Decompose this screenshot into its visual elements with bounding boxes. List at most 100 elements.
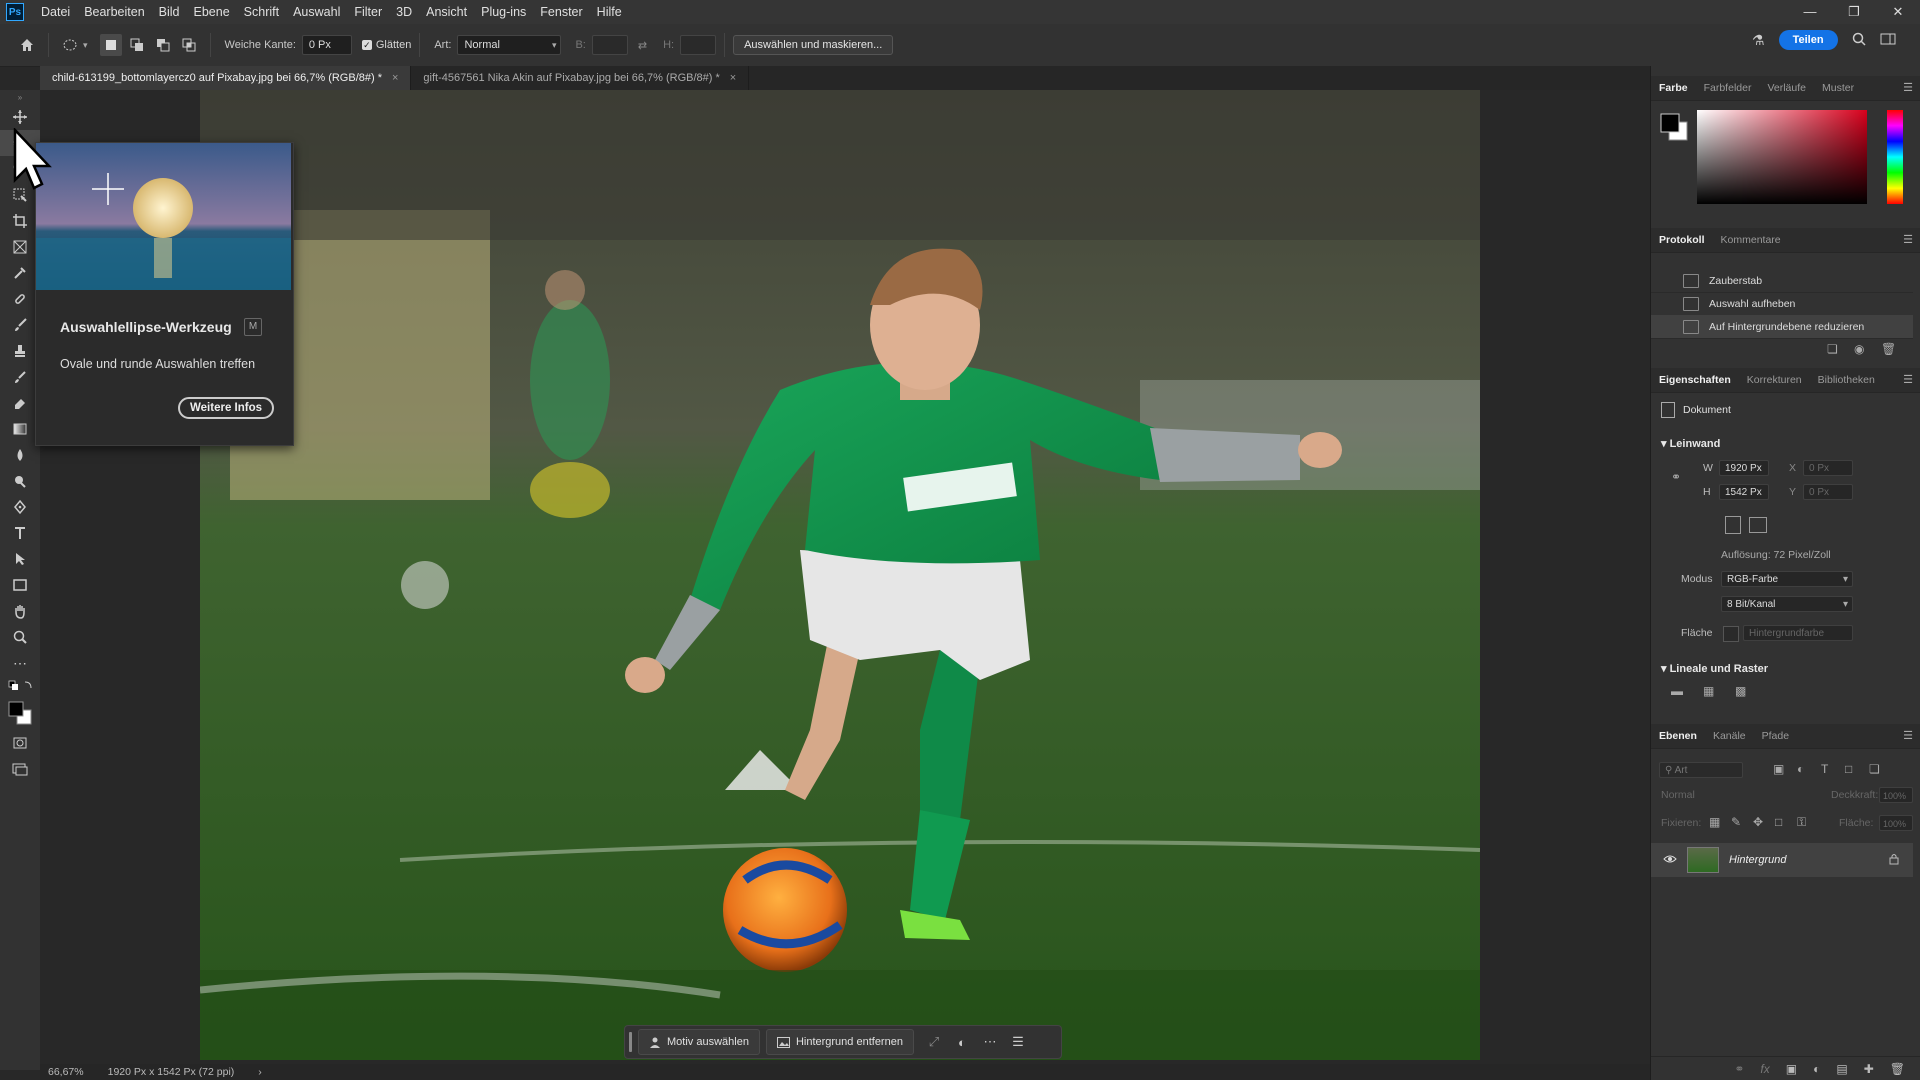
- restore-icon[interactable]: ❐: [1832, 0, 1876, 24]
- trash-icon[interactable]: 🗑: [1881, 342, 1896, 356]
- tab-document-1[interactable]: child-613199_bottomlayercz0 auf Pixabay.…: [40, 66, 412, 90]
- swap-icon[interactable]: ⇄: [638, 39, 647, 52]
- tab-eigenschaften[interactable]: Eigenschaften: [1651, 368, 1739, 392]
- select-and-mask-button[interactable]: Auswählen und maskieren...: [733, 35, 894, 55]
- more-options-icon[interactable]: ⋯: [976, 1034, 1004, 1050]
- menu-bild[interactable]: Bild: [152, 0, 187, 24]
- mask-icon[interactable]: ◐: [948, 1035, 976, 1050]
- zoom-level[interactable]: 66,67%: [48, 1066, 84, 1078]
- eraser-tool-icon[interactable]: [0, 390, 40, 416]
- intersect-selection-icon[interactable]: [178, 34, 200, 56]
- healing-brush-tool-icon[interactable]: [0, 286, 40, 312]
- share-button[interactable]: Teilen: [1778, 30, 1838, 50]
- menu-auswahl[interactable]: Auswahl: [286, 0, 347, 24]
- zoom-tool-icon[interactable]: [0, 624, 40, 650]
- eyedropper-tool-icon[interactable]: [0, 260, 40, 286]
- lock-transparency-icon[interactable]: ▦: [1709, 815, 1720, 829]
- dodge-tool-icon[interactable]: [0, 468, 40, 494]
- tab-verlaeufe[interactable]: Verläufe: [1759, 76, 1814, 100]
- filter-adjustment-icon[interactable]: ◐: [1797, 762, 1804, 776]
- opacity-input[interactable]: 100%: [1879, 787, 1913, 803]
- history-item[interactable]: Auf Hintergrundebene reduzieren: [1651, 315, 1913, 339]
- menu-ebene[interactable]: Ebene: [187, 0, 237, 24]
- canvas-width-input[interactable]: 1920 Px: [1719, 460, 1769, 476]
- filter-smart-object-icon[interactable]: ❏: [1869, 762, 1880, 776]
- menu-fenster[interactable]: Fenster: [533, 0, 589, 24]
- height-input[interactable]: [680, 35, 717, 55]
- move-tool-icon[interactable]: [0, 104, 40, 130]
- lock-pixels-icon[interactable]: ✎: [1731, 815, 1741, 829]
- tab-bibliotheken[interactable]: Bibliotheken: [1810, 368, 1883, 392]
- canvas-height-input[interactable]: 1542 Px: [1719, 484, 1769, 500]
- panel-menu-icon[interactable]: ☰: [1903, 373, 1913, 386]
- menu-bearbeiten[interactable]: Bearbeiten: [77, 0, 151, 24]
- quick-mask-icon[interactable]: [0, 730, 40, 756]
- layer-style-icon[interactable]: fx: [1760, 1062, 1769, 1076]
- close-window-icon[interactable]: ✕: [1876, 0, 1920, 24]
- new-group-icon[interactable]: ▤: [1836, 1062, 1847, 1076]
- rulers-section-header[interactable]: ▾ Lineale und Raster: [1661, 662, 1768, 675]
- new-selection-icon[interactable]: [99, 34, 122, 56]
- more-tools-icon[interactable]: ⋯: [0, 650, 40, 676]
- menu-schrift[interactable]: Schrift: [237, 0, 286, 24]
- fill-color-swatch[interactable]: [1723, 626, 1739, 642]
- path-selection-tool-icon[interactable]: [0, 546, 40, 572]
- new-document-from-state-icon[interactable]: ❏: [1827, 342, 1838, 356]
- canvas-section-header[interactable]: ▾ Leinwand: [1661, 437, 1720, 450]
- default-colors-icon[interactable]: [0, 676, 40, 696]
- menu-ansicht[interactable]: Ansicht: [419, 0, 474, 24]
- type-tool-icon[interactable]: [0, 520, 40, 546]
- close-icon[interactable]: ×: [392, 72, 398, 84]
- tab-kanaele[interactable]: Kanäle: [1705, 724, 1754, 748]
- tab-pfade[interactable]: Pfade: [1754, 724, 1797, 748]
- select-subject-button[interactable]: Motiv auswählen: [638, 1029, 760, 1055]
- menu-filter[interactable]: Filter: [347, 0, 389, 24]
- panel-menu-icon[interactable]: ☰: [1903, 729, 1913, 742]
- fill-input[interactable]: 100%: [1879, 815, 1913, 831]
- ellipse-tool-preset-icon[interactable]: [59, 34, 81, 56]
- pen-tool-icon[interactable]: [0, 494, 40, 520]
- history-brush-tool-icon[interactable]: [0, 364, 40, 390]
- lock-icon[interactable]: [1889, 853, 1899, 868]
- adjustment-layer-icon[interactable]: ◐: [1813, 1062, 1820, 1076]
- flask-icon[interactable]: ⚗: [1752, 32, 1765, 49]
- fill-select[interactable]: Hintergrundfarbe: [1743, 625, 1853, 641]
- menu-hilfe[interactable]: Hilfe: [590, 0, 629, 24]
- width-input[interactable]: [591, 35, 628, 55]
- document-canvas-image[interactable]: [200, 90, 1480, 1060]
- layer-row[interactable]: Hintergrund: [1651, 843, 1913, 877]
- layer-filter-search[interactable]: ⚲ Art: [1659, 762, 1743, 778]
- clone-stamp-tool-icon[interactable]: [0, 338, 40, 364]
- search-icon[interactable]: [1852, 32, 1866, 49]
- panel-menu-icon[interactable]: ☰: [1903, 81, 1913, 94]
- canvas-x-input[interactable]: 0 Px: [1803, 460, 1853, 476]
- tab-protokoll[interactable]: Protokoll: [1651, 228, 1713, 252]
- color-swatches[interactable]: [0, 696, 40, 730]
- tab-farbfelder[interactable]: Farbfelder: [1696, 76, 1760, 100]
- guides-icon[interactable]: ▩: [1735, 684, 1746, 698]
- style-select[interactable]: Normal ▾: [457, 35, 562, 55]
- bit-depth-select[interactable]: 8 Bit/Kanal ▾: [1721, 596, 1853, 612]
- hue-slider[interactable]: [1887, 110, 1903, 204]
- gradient-tool-icon[interactable]: [0, 416, 40, 442]
- settings-sliders-icon[interactable]: ☰: [1004, 1034, 1032, 1050]
- color-mode-select[interactable]: RGB-Farbe ▾: [1721, 571, 1853, 587]
- tab-muster[interactable]: Muster: [1814, 76, 1862, 100]
- add-mask-icon[interactable]: ▣: [1786, 1062, 1797, 1076]
- tab-kommentare[interactable]: Kommentare: [1713, 228, 1789, 252]
- portrait-orientation-icon[interactable]: [1725, 516, 1741, 534]
- screen-mode-icon[interactable]: [0, 756, 40, 782]
- close-icon[interactable]: ×: [730, 72, 736, 84]
- fg-bg-swatches[interactable]: [1659, 112, 1691, 144]
- antialias-checkbox[interactable]: ✓ Glätten: [361, 39, 411, 51]
- add-selection-icon[interactable]: [126, 34, 148, 56]
- blend-mode-select[interactable]: Normal: [1661, 789, 1695, 801]
- landscape-orientation-icon[interactable]: [1749, 517, 1767, 533]
- new-layer-icon[interactable]: ✚: [1864, 1062, 1874, 1076]
- panel-menu-icon[interactable]: ☰: [1903, 233, 1913, 246]
- hand-tool-icon[interactable]: [0, 598, 40, 624]
- frame-tool-icon[interactable]: [0, 234, 40, 260]
- brush-tool-icon[interactable]: [0, 312, 40, 338]
- minimize-icon[interactable]: —: [1788, 0, 1832, 24]
- chevron-down-icon[interactable]: ▾: [83, 40, 88, 51]
